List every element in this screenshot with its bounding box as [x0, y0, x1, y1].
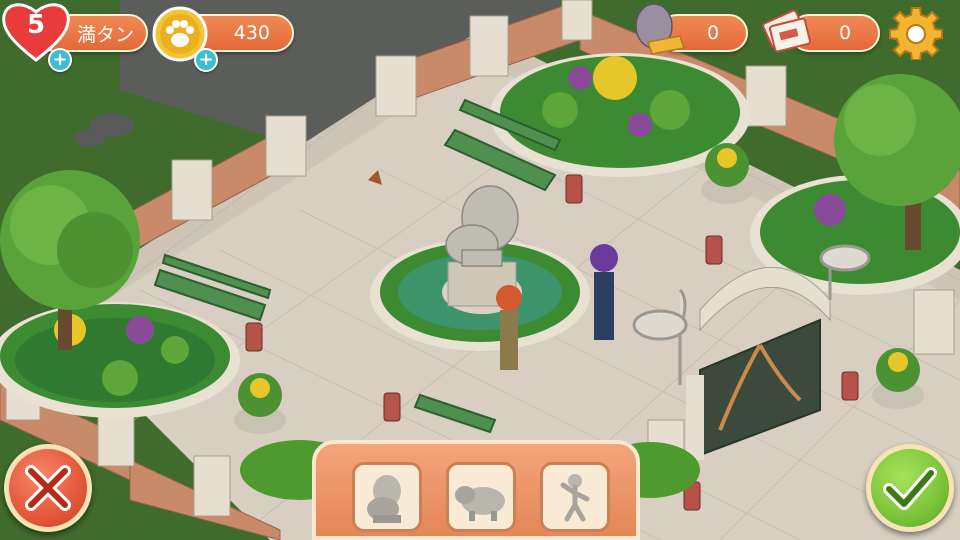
choice-monkey-statue[interactable]: [540, 462, 610, 532]
checkmark-icon: [883, 467, 937, 510]
choice-lion-statue[interactable]: [352, 462, 422, 532]
monkey-statue-icon: [560, 474, 590, 522]
lion-statue-icon: [367, 475, 401, 523]
gear-icon[interactable]: [888, 4, 944, 61]
ticket-icon: [760, 2, 816, 58]
close-icon: [25, 465, 71, 511]
flower-bed-left: [0, 302, 240, 418]
confirm-button[interactable]: [866, 444, 954, 532]
cancel-button[interactable]: [4, 444, 92, 532]
tickets-amount: 0: [838, 22, 852, 44]
add-lives-button[interactable]: +: [48, 48, 72, 72]
eggs-amount: 0: [706, 22, 720, 44]
lives-count: 5: [26, 10, 46, 40]
decoration-choice-tray: [312, 440, 640, 540]
choice-hippo-statue[interactable]: [446, 462, 516, 532]
egg-icon: [628, 2, 688, 58]
lives-status-label: 満タン: [76, 23, 134, 46]
add-paw-coins-button[interactable]: +: [194, 48, 218, 72]
hippo-statue-icon: [455, 486, 505, 521]
character-man: [590, 244, 618, 340]
paw-coins-amount: 430: [233, 22, 270, 44]
